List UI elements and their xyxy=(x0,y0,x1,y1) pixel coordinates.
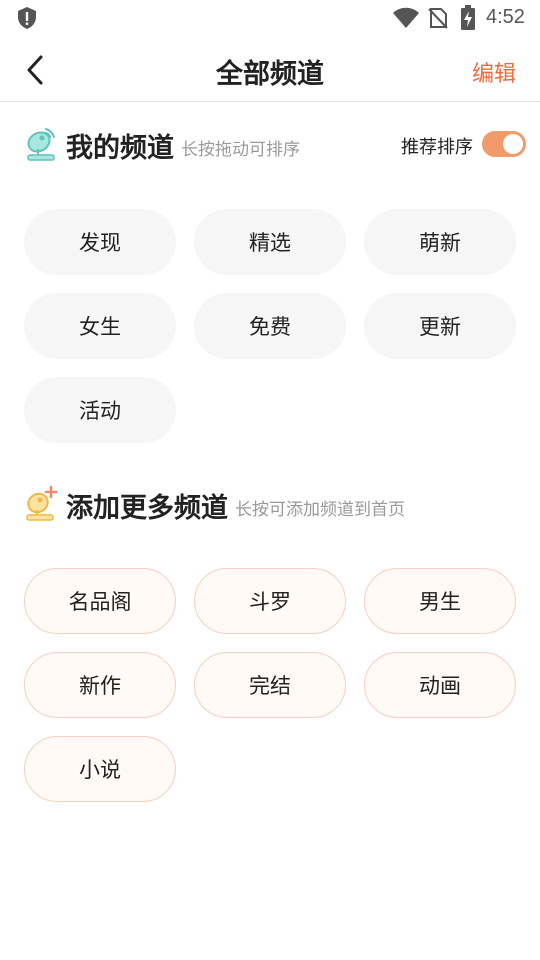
status-bar: 4:52 xyxy=(0,0,540,36)
my-channels-title: 我的频道 xyxy=(66,133,174,164)
no-sim-icon xyxy=(428,8,448,29)
chip-label: 更新 xyxy=(419,315,461,339)
chip-label: 精选 xyxy=(249,231,291,255)
chip-label: 新作 xyxy=(79,674,121,698)
my-channel-chip[interactable]: 女生 xyxy=(24,293,176,359)
more-channel-chip[interactable]: 动画 xyxy=(364,652,516,718)
battery-charging-icon xyxy=(461,5,475,30)
chip-label: 男生 xyxy=(419,590,461,614)
more-channels-header: 添加更多频道 长按可添加频道到首页 xyxy=(0,481,540,525)
recommend-sort-toggle[interactable] xyxy=(482,131,526,157)
more-channels-title: 添加更多频道 xyxy=(66,493,228,524)
chip-label: 发现 xyxy=(79,231,121,255)
my-channel-chip[interactable]: 发现 xyxy=(24,209,176,275)
satellite-dish-icon xyxy=(27,128,55,161)
shield-alert-icon xyxy=(18,7,36,29)
edit-button[interactable]: 编辑 xyxy=(472,56,516,88)
chip-label: 斗罗 xyxy=(249,590,291,614)
my-channels-hint: 长按拖动可排序 xyxy=(181,140,300,160)
chip-label: 免费 xyxy=(249,315,291,339)
my-channel-chip[interactable]: 活动 xyxy=(24,377,176,443)
my-channel-chip[interactable]: 免费 xyxy=(194,293,346,359)
more-channel-chip[interactable]: 斗罗 xyxy=(194,568,346,634)
my-channel-chip[interactable]: 更新 xyxy=(364,293,516,359)
more-channel-chip[interactable]: 名品阁 xyxy=(24,568,176,634)
chip-label: 名品阁 xyxy=(68,590,132,614)
recommend-sort-label: 推荐排序 xyxy=(401,137,473,158)
chip-label: 完结 xyxy=(249,674,291,698)
chip-label: 活动 xyxy=(79,399,121,423)
more-channel-chip[interactable]: 完结 xyxy=(194,652,346,718)
more-channel-chip[interactable]: 小说 xyxy=(24,736,176,802)
status-time: 4:52 xyxy=(486,6,525,28)
page-title: 全部频道 xyxy=(216,59,324,90)
nav-bar: 全部频道 编辑 xyxy=(0,38,540,102)
more-channel-chip[interactable]: 新作 xyxy=(24,652,176,718)
my-channels-header: 我的频道 长按拖动可排序 推荐排序 xyxy=(0,121,540,165)
chip-label: 小说 xyxy=(79,758,121,782)
more-channel-chip[interactable]: 男生 xyxy=(364,568,516,634)
more-channels-hint: 长按可添加频道到首页 xyxy=(235,500,405,520)
wifi-icon xyxy=(393,7,419,28)
my-channel-chip[interactable]: 萌新 xyxy=(364,209,516,275)
chip-label: 女生 xyxy=(79,315,121,339)
my-channel-chip[interactable]: 精选 xyxy=(194,209,346,275)
chip-label: 萌新 xyxy=(419,231,461,255)
chip-label: 动画 xyxy=(419,674,461,698)
toggle-knob xyxy=(503,134,523,154)
satellite-add-icon xyxy=(26,485,58,521)
